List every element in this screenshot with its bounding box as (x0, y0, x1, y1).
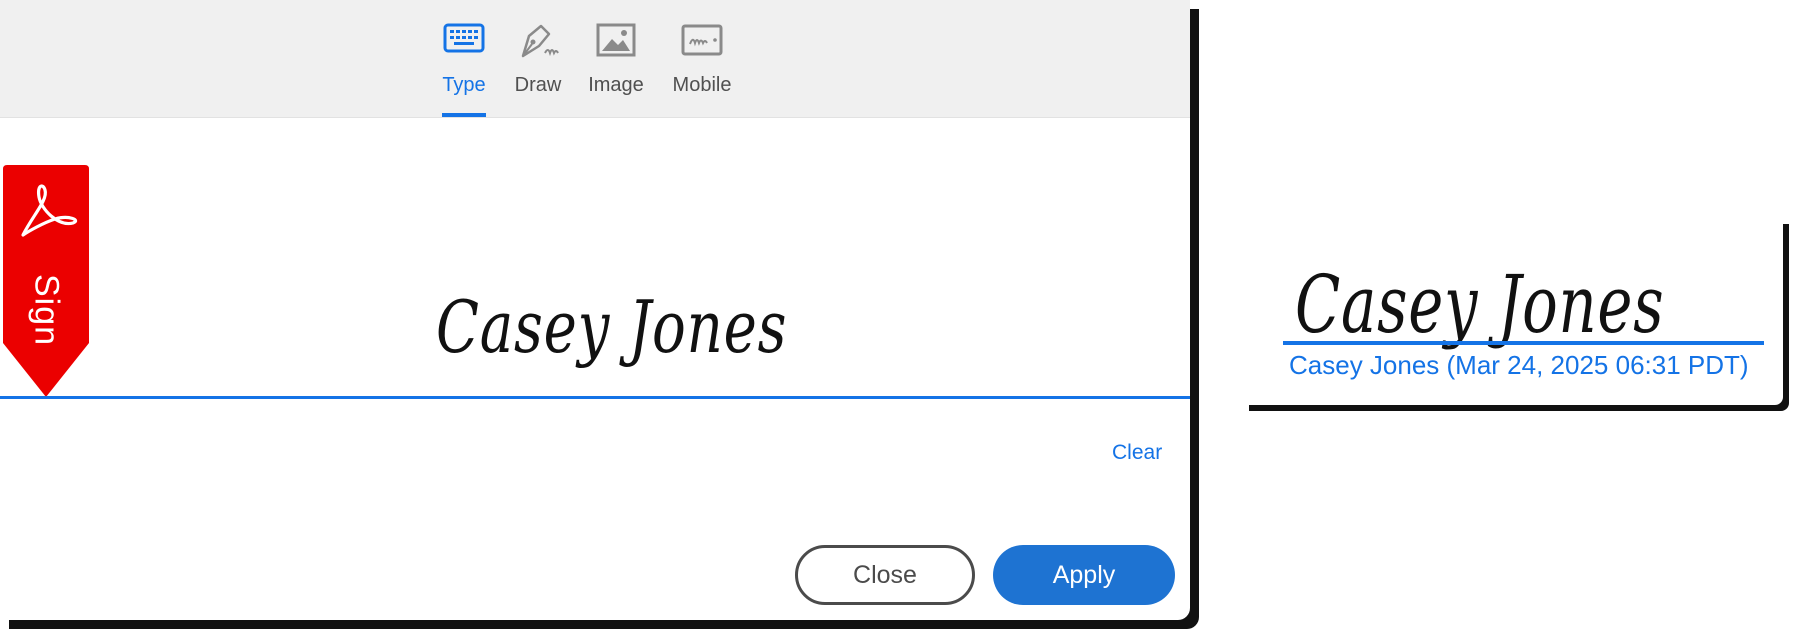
tab-mobile-label: Mobile (672, 74, 732, 96)
tab-image[interactable]: Image (588, 20, 644, 117)
active-tab-underline (442, 113, 486, 117)
tab-draw[interactable]: Draw (514, 20, 562, 117)
signature-dialog: Type Draw Image Mobile Sign Casey Jones … (0, 0, 1190, 620)
signature-preview-card: Casey Jones Casey Jones (Mar 24, 2025 06… (1243, 218, 1783, 405)
preview-signature: Casey Jones (1295, 258, 1665, 351)
signature-method-tabs: Type Draw Image Mobile (0, 0, 1190, 118)
keyboard-icon (443, 23, 485, 53)
tab-draw-label: Draw (514, 74, 562, 96)
tab-type-label: Type (442, 74, 486, 96)
typed-signature[interactable]: Casey Jones (436, 285, 787, 369)
tab-type[interactable]: Type (442, 20, 486, 117)
image-icon (596, 23, 636, 57)
mobile-icon (681, 24, 723, 56)
clear-link[interactable]: Clear (1112, 441, 1162, 465)
tab-image-label: Image (588, 74, 644, 96)
pen-icon (521, 24, 559, 58)
preview-signature-line (1283, 341, 1764, 345)
close-button[interactable]: Close (795, 545, 975, 605)
apply-button[interactable]: Apply (993, 545, 1175, 605)
preview-signature-caption: Casey Jones (Mar 24, 2025 06:31 PDT) (1289, 350, 1749, 380)
bookmark-sign-label: Sign (27, 273, 66, 347)
signature-baseline (0, 396, 1190, 399)
tab-mobile[interactable]: Mobile (670, 20, 734, 117)
